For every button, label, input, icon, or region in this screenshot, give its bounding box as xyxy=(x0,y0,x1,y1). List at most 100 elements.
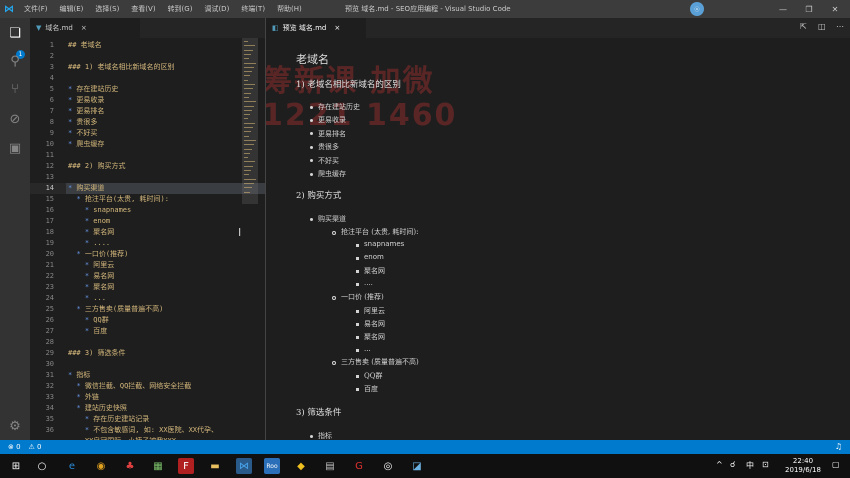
code-line[interactable]: 18 * 聚名网 xyxy=(30,227,265,238)
code-line[interactable]: 2 xyxy=(30,51,265,62)
menu-help[interactable]: 帮助(H) xyxy=(271,4,308,14)
filezilla-icon[interactable]: F xyxy=(178,458,194,474)
explorer-icon[interactable]: ❏ xyxy=(5,23,25,43)
code-line[interactable]: 29 ### 3) 筛选条件 xyxy=(30,348,265,359)
menu-terminal[interactable]: 终端(T) xyxy=(235,4,271,14)
preview-list-item: 贵很多 xyxy=(318,143,339,152)
windows-start-icon[interactable]: ⊞ xyxy=(8,458,24,474)
code-line[interactable]: 5 * 存在建站历史 xyxy=(30,84,265,95)
code-line[interactable]: 36 * 不包含敏感词, 如: XX医院、XX代孕、 xyxy=(30,425,265,436)
app-icon-red[interactable]: ♣ xyxy=(122,458,138,474)
file-explorer-icon[interactable]: ▬ xyxy=(207,458,223,474)
tab-domain-md[interactable]: ▼ 域名.md × xyxy=(30,18,140,38)
markdown-preview[interactable]: 众筹新课 加微 信1221 1460 老域名1) 老域名相比新域名的区别存在建站… xyxy=(266,38,850,440)
more-actions-preview-icon[interactable]: ⋯ xyxy=(836,22,844,31)
network-icon[interactable]: ☌ xyxy=(730,460,735,469)
code-line[interactable]: 32 * 微信拦截、QQ拦截、网络安全拦截 xyxy=(30,381,265,392)
code-text: * QQ群 xyxy=(84,316,109,324)
errors-count[interactable]: ⊗ 0 xyxy=(8,443,21,451)
line-number: 12 xyxy=(45,162,54,170)
open-source-icon[interactable]: ⇱ xyxy=(800,22,807,31)
close-tab-icon[interactable]: × xyxy=(81,24,87,32)
close-window-icon[interactable]: ✕ xyxy=(822,0,848,18)
extensions-icon[interactable]: ▣ xyxy=(5,138,25,158)
cortana-icon[interactable]: ○ xyxy=(34,458,50,474)
settings-gear-icon[interactable]: ⚙ xyxy=(5,416,25,436)
bell-icon[interactable]: ♫ xyxy=(835,442,842,451)
vscode-taskbar-icon[interactable]: ⋈ xyxy=(236,458,252,474)
code-line[interactable]: 26 * QQ群 xyxy=(30,315,265,326)
minimap-line xyxy=(244,178,256,180)
tab-preview-domain-md[interactable]: ◧ 预览 域名.md × xyxy=(266,18,366,38)
warnings-count[interactable]: ⚠ 0 xyxy=(29,443,42,451)
menu-view[interactable]: 查看(V) xyxy=(125,4,161,14)
line-number: 36 xyxy=(45,426,54,434)
code-line[interactable]: 11 xyxy=(30,150,265,161)
code-line[interactable]: 1 ## 老域名 xyxy=(30,40,265,51)
line-number: 7 xyxy=(49,107,54,115)
menu-go[interactable]: 转到(G) xyxy=(162,4,199,14)
app-icon-blue[interactable]: ◪ xyxy=(409,458,425,474)
code-editor[interactable]: 1 ## 老域名 2 3 ### 1) 老域名相比新域名的区别 4 5 * 存在建站历史 6 * … xyxy=(30,38,265,440)
avatar[interactable]: ⓞ xyxy=(690,2,704,16)
code-line[interactable]: 19 * .... xyxy=(30,238,265,249)
preview-list-item: 三方售卖 (质量普遍不高) xyxy=(341,358,419,366)
roo-app-icon[interactable]: Roo xyxy=(264,458,280,474)
ime-indicator[interactable]: 中 xyxy=(746,460,754,471)
app-icon-gray[interactable]: ▤ xyxy=(322,458,338,474)
code-line[interactable]: 31 * 指标 xyxy=(30,370,265,381)
debug-icon[interactable]: ⊘ xyxy=(5,109,25,129)
notifications-icon[interactable]: ▢ xyxy=(832,460,840,469)
code-line[interactable]: 4 xyxy=(30,73,265,84)
close-preview-tab-icon[interactable]: × xyxy=(334,24,340,32)
minimize-icon[interactable]: — xyxy=(770,0,796,18)
code-line[interactable]: 9 * 不好买 xyxy=(30,128,265,139)
code-line[interactable]: 22 * 易名网 xyxy=(30,271,265,282)
list-bullet xyxy=(356,243,359,247)
app-icon-circle[interactable]: ◎ xyxy=(380,458,396,474)
code-line[interactable]: 14 * 购买渠道 xyxy=(30,183,265,194)
line-number: 9 xyxy=(49,129,54,137)
menu-edit[interactable]: 编辑(E) xyxy=(54,4,90,14)
source-control-icon[interactable]: ⑂ xyxy=(5,79,25,99)
code-line[interactable]: 21 * 阿里云 xyxy=(30,260,265,271)
code-line[interactable]: 24 * ... xyxy=(30,293,265,304)
code-line[interactable]: 8 * 贵很多 xyxy=(30,117,265,128)
code-line[interactable]: 20 * 一口价(推荐) xyxy=(30,249,265,260)
menu-debug[interactable]: 调试(D) xyxy=(198,4,235,14)
menu-selection[interactable]: 选择(S) xyxy=(89,4,125,14)
code-line[interactable]: 3 ### 1) 老域名相比新域名的区别 xyxy=(30,62,265,73)
minimap[interactable] xyxy=(242,38,258,204)
code-line[interactable]: 13 xyxy=(30,172,265,183)
tray-app-icon[interactable]: ⊡ xyxy=(762,460,769,469)
menu-file[interactable]: 文件(F) xyxy=(18,4,54,14)
code-line[interactable]: 17 * enom xyxy=(30,216,265,227)
code-line[interactable]: 16 * snapnames xyxy=(30,205,265,216)
code-line[interactable]: 7 * 更易排名 xyxy=(30,106,265,117)
code-line[interactable]: 28 xyxy=(30,337,265,348)
tray-chevron-icon[interactable]: ^ xyxy=(716,460,723,469)
taskbar-clock[interactable]: 22:40 2019/6/18 xyxy=(783,457,823,475)
minimap-line xyxy=(244,152,250,154)
code-line[interactable]: 33 * 外链 xyxy=(30,392,265,403)
restore-icon[interactable]: ❐ xyxy=(796,0,822,18)
app-icon-green[interactable]: ▦ xyxy=(150,458,166,474)
code-line[interactable]: 23 * 聚名网 xyxy=(30,282,265,293)
code-line[interactable]: 27 * 百度 xyxy=(30,326,265,337)
code-line[interactable]: 34 * 建站历史快照 xyxy=(30,403,265,414)
code-line[interactable]: 25 * 三方售卖(质量普遍不高) xyxy=(30,304,265,315)
app-icon-g[interactable]: G xyxy=(351,458,367,474)
edge-icon[interactable]: e xyxy=(64,458,80,474)
code-line[interactable]: 30 xyxy=(30,359,265,370)
search-icon[interactable]: ⚲ xyxy=(5,51,25,71)
vscode-logo-icon: ⋈ xyxy=(4,3,14,15)
code-line[interactable]: 35 * 存在历史建站记录 xyxy=(30,414,265,425)
code-line[interactable]: 6 * 更易收录 xyxy=(30,95,265,106)
code-line[interactable]: 10 * 爬虫缓存 xyxy=(30,139,265,150)
line-number: 25 xyxy=(45,305,54,313)
code-line[interactable]: 12 ### 2) 购买方式 xyxy=(30,161,265,172)
code-line[interactable]: 15 * 抢注平台(太贵, 耗时间): xyxy=(30,194,265,205)
chrome-icon[interactable]: ◉ xyxy=(93,458,109,474)
split-editor-icon[interactable]: ◫ xyxy=(818,22,826,31)
app-icon-yellow[interactable]: ◆ xyxy=(293,458,309,474)
